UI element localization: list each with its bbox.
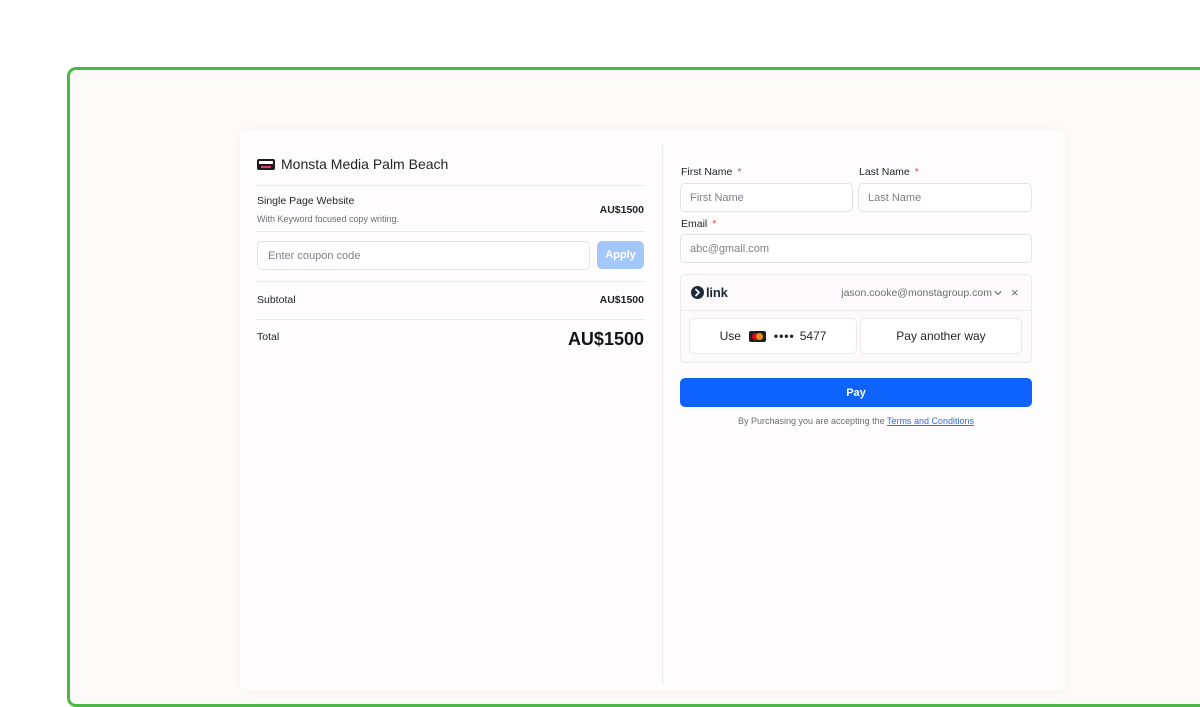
email-label-text: Email (681, 218, 708, 230)
subtotal-label: Subtotal (257, 294, 296, 306)
apply-coupon-button[interactable]: Apply (597, 241, 644, 269)
total-value: AU$1500 (567, 329, 644, 349)
card-last4: 5477 (799, 329, 827, 343)
link-divider (681, 310, 1031, 311)
first-name-label: First Name * (681, 166, 741, 178)
last-name-input[interactable] (858, 183, 1032, 212)
required-mark: * (914, 166, 919, 178)
item-price: AU$1500 (599, 204, 644, 216)
link-logo: link (691, 285, 728, 300)
required-mark: * (712, 218, 717, 230)
total-label: Total (257, 331, 280, 343)
chevron-down-icon[interactable] (993, 288, 1003, 298)
last-name-label: Last Name * (859, 166, 919, 178)
terms-text: By Purchasing you are accepting the Term… (680, 416, 1032, 426)
pay-button[interactable]: Pay (680, 378, 1032, 407)
required-mark: * (737, 166, 742, 178)
email-label: Email * (681, 218, 716, 230)
link-account-email[interactable]: jason.cooke@monstagroup.com (800, 287, 992, 299)
terms-link[interactable]: Terms and Conditions (887, 416, 974, 426)
divider (257, 319, 645, 320)
divider (257, 231, 645, 232)
use-label: Use (719, 329, 741, 343)
terms-prefix: By Purchasing you are accepting the (738, 416, 885, 426)
item-description: With Keyword focused copy writing. (257, 214, 400, 224)
use-saved-card-button[interactable]: Use •••• 5477 (689, 318, 857, 354)
card-mask: •••• (773, 329, 795, 343)
divider (257, 185, 645, 186)
pay-another-way-button[interactable]: Pay another way (860, 318, 1022, 354)
first-name-input[interactable] (680, 183, 853, 212)
first-name-label-text: First Name (681, 166, 733, 178)
mastercard-icon (748, 330, 766, 342)
column-divider (662, 145, 663, 685)
coupon-input[interactable] (257, 241, 590, 270)
subtotal-value: AU$1500 (599, 294, 644, 306)
merchant-header: Monsta Media Palm Beach (257, 155, 448, 173)
merchant-name: Monsta Media Palm Beach (281, 156, 449, 172)
divider (257, 281, 645, 282)
monsta-logo-icon (257, 158, 275, 170)
last-name-label-text: Last Name (859, 166, 910, 178)
link-brand: link (706, 285, 728, 300)
close-icon[interactable]: × (1011, 285, 1019, 300)
item-title: Single Page Website (257, 195, 355, 207)
link-arrow-icon (691, 286, 704, 299)
email-input[interactable] (680, 234, 1032, 263)
